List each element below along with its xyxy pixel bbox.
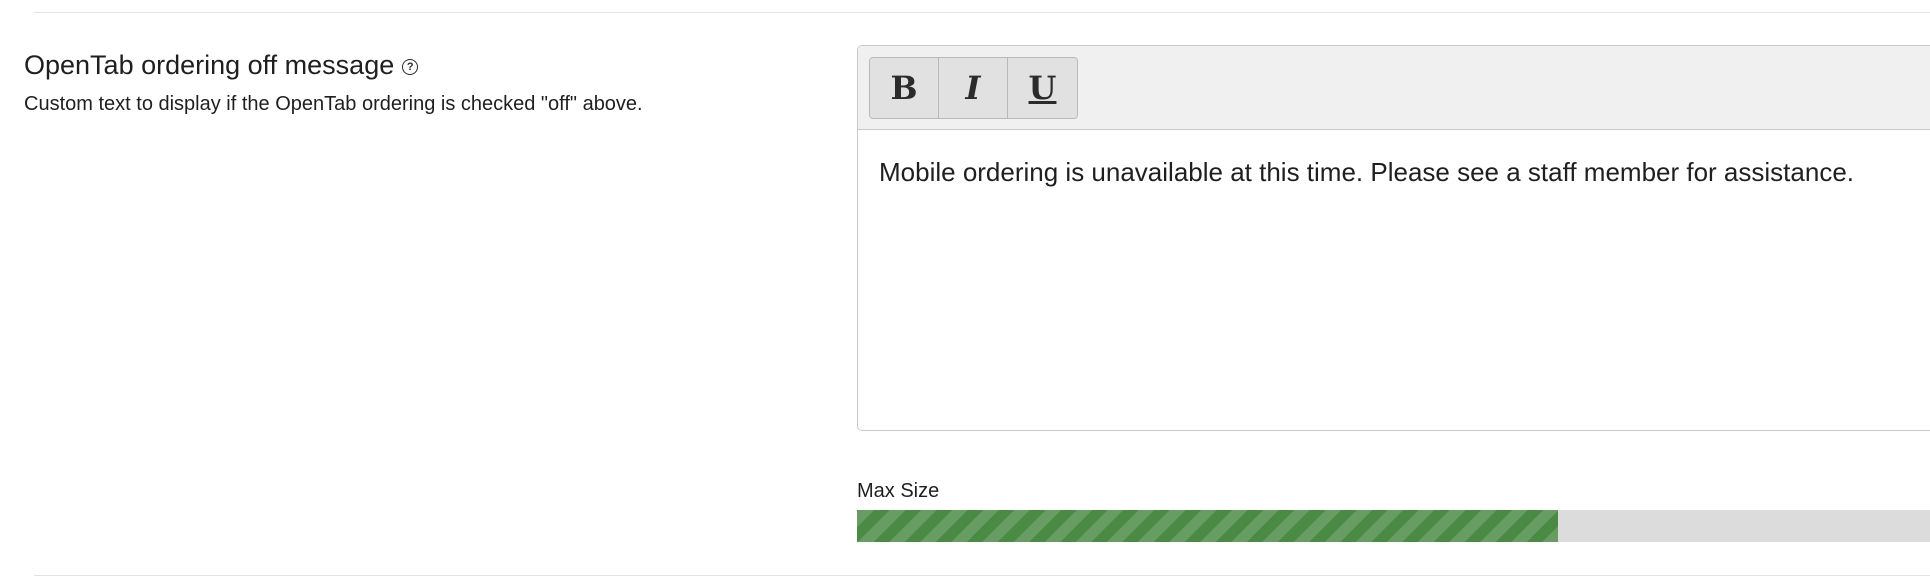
max-size-progress-fill (857, 510, 1559, 542)
setting-title: OpenTab ordering off message ? (24, 48, 419, 82)
italic-button[interactable]: I (939, 58, 1008, 118)
max-size-progress-bar (857, 510, 1930, 542)
bold-button[interactable]: B (870, 58, 939, 118)
underline-button[interactable]: U (1008, 58, 1077, 118)
rich-text-editor: B I U Mobile ordering is unavailable at … (857, 45, 1930, 431)
setting-title-text: OpenTab ordering off message (24, 50, 395, 80)
question-circle-icon[interactable]: ? (402, 58, 419, 75)
max-size-label: Max Size (857, 480, 940, 502)
setting-description: Custom text to display if the OpenTab or… (24, 93, 643, 115)
bottom-divider (34, 575, 1930, 576)
top-divider (34, 12, 1930, 13)
editor-toolbar: B I U (858, 46, 1930, 130)
format-button-group: B I U (869, 57, 1078, 119)
editor-text-area[interactable]: Mobile ordering is unavailable at this t… (879, 154, 1930, 420)
